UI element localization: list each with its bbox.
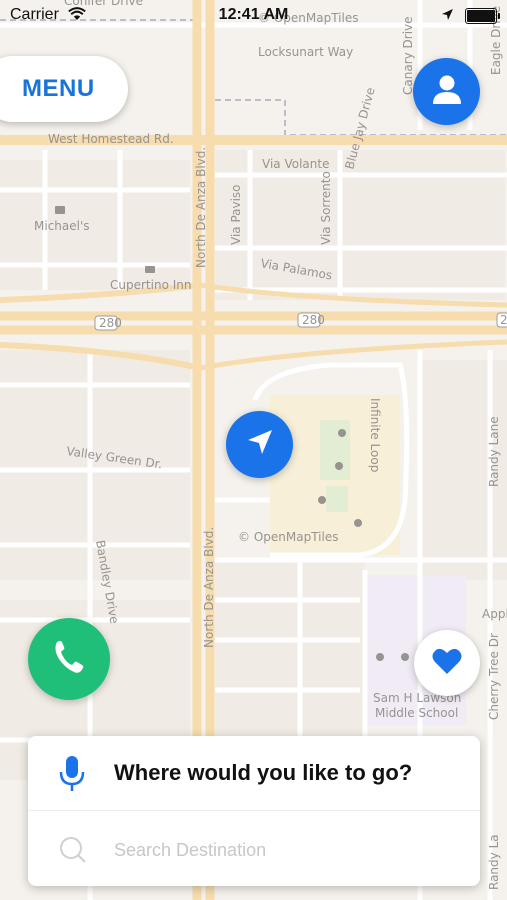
heart-icon: [431, 646, 463, 681]
destination-prompt: Where would you like to go?: [114, 760, 413, 785]
person-icon: [430, 72, 464, 111]
menu-button[interactable]: MENU: [0, 56, 128, 122]
microphone-icon[interactable]: [58, 754, 86, 799]
search-destination-input[interactable]: [112, 834, 456, 866]
clock-time: 12:41 AM: [218, 6, 289, 23]
navigation-arrow-icon: [244, 426, 276, 463]
favorites-button[interactable]: [414, 630, 480, 696]
battery-icon: [465, 8, 500, 24]
call-button[interactable]: [28, 618, 110, 700]
search-icon: [58, 835, 88, 870]
phone-icon: [49, 637, 89, 682]
location-arrow-icon: [441, 8, 454, 26]
destination-search-card: Where would you like to go?: [28, 736, 480, 886]
divider: [28, 810, 480, 811]
navigate-button[interactable]: [226, 411, 293, 478]
profile-button[interactable]: [413, 58, 480, 125]
status-bar: Carrier 12:41 AM: [0, 0, 507, 30]
